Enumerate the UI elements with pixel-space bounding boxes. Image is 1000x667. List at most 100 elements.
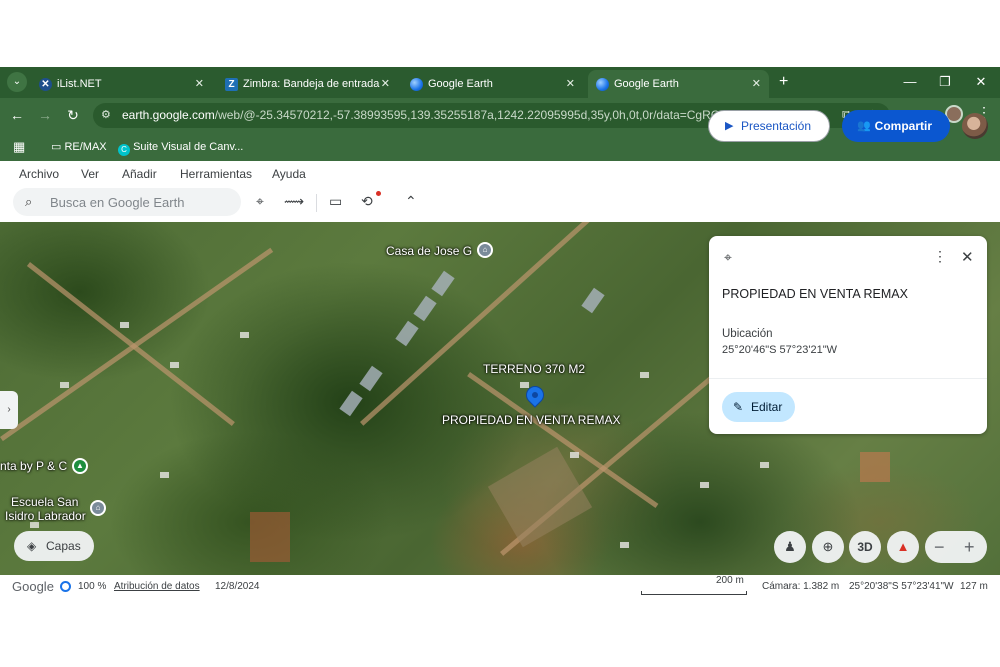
close-icon[interactable]: ✕ [381,70,390,98]
add-path-icon[interactable]: ⟿ [284,193,304,210]
window-close-icon[interactable]: ✕ [970,71,992,93]
new-tab-button[interactable]: + [779,72,788,92]
map-label-escuela-1[interactable]: Escuela San [11,495,78,509]
greenhouse [359,365,383,392]
house-roof [240,332,249,338]
bookmark-canva[interactable]: C Suite Visual de Canv... [118,133,243,161]
house-roof [520,382,529,388]
loading-indicator [60,581,71,592]
tab-title: iList.NET [57,78,102,90]
tab-title: Zimbra: Bandeja de entrada [243,78,380,90]
earth-icon [410,78,423,91]
measure-ruler-icon[interactable]: ▭ [329,193,342,210]
landmark-icon: ⌂ [479,244,491,256]
add-placemark-icon[interactable]: ⌖ [256,193,264,210]
menu-anadir[interactable]: Añadir [122,167,157,181]
zoom-in-icon[interactable]: + [964,531,975,563]
zoom-controls: − + [925,531,987,563]
greenhouse [395,320,419,347]
forward-arrow-icon[interactable]: → [35,105,55,125]
placemark-info-card: ⌖ ⋮ ✕ PROPIEDAD EN VENTA REMAX Ubicación… [709,236,987,434]
toolbar-divider [316,194,317,212]
reload-icon[interactable]: ↻ [63,105,83,125]
notification-dot [376,191,381,196]
search-input[interactable] [50,192,230,212]
slideshow-icon: ▶ [725,120,734,132]
house-roof [60,382,69,388]
tab-google-earth-1[interactable]: Google Earth ✕ [402,70,583,98]
url-text[interactable]: earth.google.com/web/@-25.34570212,-57.3… [122,103,772,128]
chevron-up-icon[interactable]: ⌃ [405,193,417,210]
card-divider [709,378,987,379]
menu-herramientas[interactable]: Herramientas [180,167,252,181]
close-icon[interactable]: ✕ [752,70,761,98]
menu-archivo[interactable]: Archivo [19,167,59,181]
presentation-button[interactable]: ▶ Presentación [708,110,830,142]
poi-venta[interactable]: ▲ [72,458,88,474]
more-options-icon[interactable]: ⋮ [933,248,947,265]
map-label-venta[interactable]: nta by P & C [0,459,67,473]
my-location-icon[interactable]: ⊕ [812,531,844,563]
camera-altitude: Cámara: 1.382 m [762,581,840,592]
zoom-out-icon[interactable]: − [934,531,945,563]
map-field [860,452,890,482]
location-label: Ubicación [722,328,773,340]
folder-icon: ▭ [51,141,65,153]
minimize-icon[interactable]: — [899,71,921,93]
tab-google-earth-active[interactable]: Google Earth ✕ [588,70,769,98]
tab-title: Google Earth [428,78,493,90]
map-label-propiedad[interactable]: PROPIEDAD EN VENTA REMAX [442,413,620,427]
canva-icon: C [118,144,130,156]
status-bar: Google 100 % Atribución de datos 12/8/20… [0,575,1000,598]
map-label-escuela-2[interactable]: Isidro Labrador [5,509,86,523]
school-icon: ⌂ [92,502,104,514]
tab-ilist[interactable]: ✕ iList.NET ✕ [31,70,212,98]
imagery-date: 12/8/2024 [215,581,260,592]
search-box[interactable]: ⌕ [13,188,241,216]
zimbra-icon: Z [225,78,238,91]
house-roof [640,372,649,378]
user-avatar[interactable] [962,113,988,139]
close-icon[interactable]: ✕ [566,70,575,98]
scale-bar [641,591,747,595]
back-arrow-icon[interactable]: ← [7,105,27,125]
placemark-title: PROPIEDAD EN VENTA REMAX [722,287,908,301]
house-roof [170,362,179,368]
house-roof [120,322,129,328]
pencil-icon: ✎ [733,400,744,414]
data-attribution-link[interactable]: Atribución de datos [114,575,200,598]
apps-grid-icon[interactable]: ▦ [13,133,25,161]
people-icon: 👥 [857,120,871,132]
compass-icon[interactable]: ▲ [887,531,919,563]
greenhouse [339,390,363,417]
menu-ayuda[interactable]: Ayuda [272,167,306,181]
layers-icon: ◈ [27,539,37,553]
share-button[interactable]: 👥 Compartir [842,110,950,142]
map-label-terreno[interactable]: TERRENO 370 M2 [483,362,585,376]
earth-header: Archivo Ver Añadir Herramientas Ayuda ⌕ … [0,161,1000,222]
three-d-toggle[interactable]: 3D [849,531,881,563]
tree-icon: ▲ [74,460,86,472]
poi-casa[interactable]: ⌂ [477,242,493,258]
search-icon: ⌕ [25,194,33,209]
pegman-icon[interactable]: ♟ [774,531,806,563]
greenhouse [581,287,605,314]
tab-zimbra[interactable]: Z Zimbra: Bandeja de entrada ✕ [217,70,398,98]
poi-escuela[interactable]: ⌂ [90,500,106,516]
layers-button[interactable]: ◈ Capas [14,531,94,561]
tab-search-button[interactable]: ⌄ [7,72,27,92]
menu-ver[interactable]: Ver [81,167,99,181]
site-info-icon[interactable]: ⚙ [101,108,111,121]
tab-strip: ⌄ ✕ iList.NET ✕ Z Zimbra: Bandeja de ent… [0,67,1000,98]
map-label-casa[interactable]: Casa de Jose G [386,244,472,258]
historical-imagery-icon[interactable]: ⟲ [361,193,373,210]
expand-panel-handle[interactable]: › [0,391,18,429]
close-icon[interactable]: ✕ [195,70,204,98]
tab-title: Google Earth [614,78,679,90]
cursor-coordinates: 25°20'38"S 57°23'41"W [849,581,954,592]
restore-icon[interactable]: ❐ [934,71,956,93]
close-icon[interactable]: ✕ [961,248,974,266]
house-roof [760,462,769,468]
bookmark-remax[interactable]: ▭ RE/MAX [51,133,107,161]
edit-button[interactable]: ✎ Editar [722,392,795,422]
